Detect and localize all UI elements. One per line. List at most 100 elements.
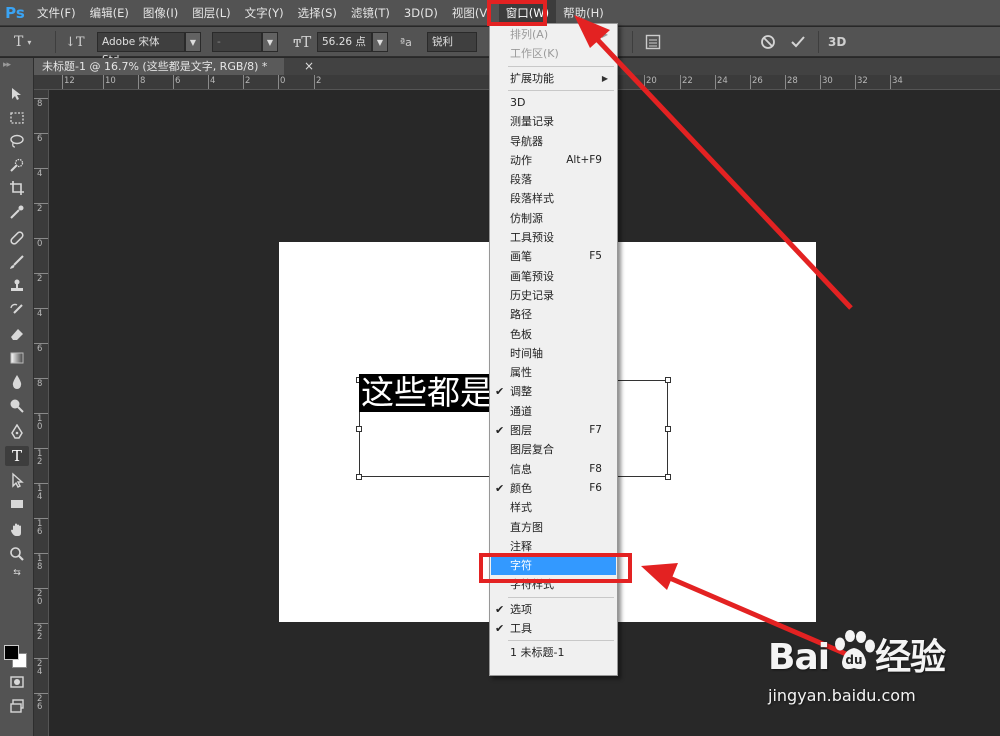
hand-tool-icon[interactable] (5, 520, 29, 540)
3d-icon[interactable]: 3D (828, 32, 846, 52)
menu-item-shortcut: F6 (589, 481, 602, 494)
window-menu-item[interactable]: 色板 (491, 325, 616, 344)
antialias-select[interactable]: 锐利 (427, 32, 477, 52)
window-menu-item[interactable]: 时间轴 (491, 344, 616, 363)
resize-handle[interactable] (665, 377, 671, 383)
window-menu-item[interactable]: 图层复合 (491, 440, 616, 459)
menu-item[interactable]: 图像(I) (136, 0, 185, 26)
window-menu-item[interactable]: ✔ 选项 (491, 600, 616, 619)
font-style-select[interactable]: - ▼ (212, 32, 278, 52)
foreground-color-swatch[interactable] (4, 645, 19, 660)
resize-handle[interactable] (665, 474, 671, 480)
ruler-label: 22 (37, 624, 43, 642)
font-size-select[interactable]: 56.26 点 ▼ (317, 32, 388, 52)
selected-text[interactable]: 这些都是 (359, 374, 499, 412)
healing-brush-tool-icon[interactable] (5, 228, 29, 248)
window-menu-item[interactable]: ✔ 颜色 F6 (491, 479, 616, 498)
window-menu-item[interactable]: 画笔 F5 (491, 247, 616, 266)
window-menu-item[interactable]: 段落 (491, 170, 616, 189)
ruler-tick (314, 75, 315, 89)
screen-mode-icon[interactable] (5, 696, 29, 716)
menu-item[interactable]: 帮助(H) (556, 0, 611, 26)
type-tool-icon[interactable]: T (5, 446, 29, 466)
window-menu-item[interactable]: 工具预设 (491, 228, 616, 247)
blur-tool-icon[interactable] (5, 372, 29, 392)
toggle-text-orientation-icon[interactable]: ↓T (65, 32, 85, 52)
window-menu-item[interactable]: 3D (491, 93, 616, 112)
window-menu-item[interactable]: 仿制源 (491, 209, 616, 228)
window-menu-item[interactable]: 段落样式 (491, 189, 616, 208)
character-panel-icon[interactable] (645, 32, 661, 52)
menu-item[interactable]: 3D(D) (397, 0, 445, 26)
window-menu-item[interactable]: 1 未标题-1 (491, 643, 616, 662)
menu-item-label: 调整 (510, 385, 532, 399)
ruler-tick (820, 75, 821, 89)
ruler-label: 20 (37, 589, 43, 607)
window-menu-item[interactable]: 扩展功能 ▶ (491, 69, 616, 88)
ruler-label: 32 (857, 76, 868, 86)
menu-item-shortcut: F8 (589, 462, 602, 475)
window-menu-item[interactable]: 测量记录 (491, 112, 616, 131)
menu-item-label: 时间轴 (510, 346, 543, 360)
pen-tool-icon[interactable] (5, 422, 29, 442)
window-menu-item[interactable]: 导航器 (491, 132, 616, 151)
quick-mask-icon[interactable] (5, 672, 29, 692)
menu-item[interactable]: 文字(Y) (238, 0, 291, 26)
path-selection-tool-icon[interactable] (5, 470, 29, 490)
eraser-tool-icon[interactable] (5, 324, 29, 344)
window-menu-item[interactable]: 历史记录 (491, 286, 616, 305)
ruler-label: 22 (682, 76, 693, 86)
rectangle-tool-icon[interactable] (5, 494, 29, 514)
window-menu-item[interactable]: 直方图 (491, 518, 616, 537)
lasso-tool-icon[interactable] (5, 131, 29, 151)
resize-handle[interactable] (665, 426, 671, 432)
quick-selection-tool-icon[interactable] (5, 155, 29, 175)
watermark-url: jingyan.baidu.com (768, 686, 916, 705)
dodge-tool-icon[interactable] (5, 396, 29, 416)
clone-stamp-tool-icon[interactable] (5, 276, 29, 296)
menu-item-label: 段落 (510, 173, 532, 187)
window-menu-item[interactable]: 属性 (491, 363, 616, 382)
menu-item-shortcut: F7 (589, 424, 602, 436)
ruler-label: 12 (37, 449, 43, 467)
marquee-tool-icon[interactable] (5, 108, 29, 128)
check-icon: ✔ (495, 424, 505, 437)
zoom-tool-icon[interactable] (5, 544, 29, 564)
window-menu-item[interactable]: 样式 (491, 498, 616, 517)
menu-item[interactable]: 文件(F) (30, 0, 83, 26)
brush-tool-icon[interactable] (5, 252, 29, 272)
move-tool-icon[interactable] (5, 84, 29, 104)
window-menu-item[interactable]: ✔ 调整 (491, 382, 616, 401)
vertical-ruler: 8 6 4 2 0 2 4 6 8 10 12 14 16 18 20 22 24 26 (34, 90, 49, 736)
panel-grip-icon[interactable]: ▸▸ (3, 60, 11, 70)
menu-item-label: 排列(A) (510, 28, 549, 41)
eyedropper-tool-icon[interactable] (5, 202, 29, 222)
crop-tool-icon[interactable] (5, 178, 29, 198)
menu-item[interactable]: 滤镜(T) (344, 0, 397, 26)
font-family-select[interactable]: Adobe 宋体 Std ▼ (97, 32, 201, 66)
menu-item-label: 3D (510, 95, 526, 109)
document-tab[interactable]: 未标题-1 @ 16.7% (这些都是文字, RGB/8) * (34, 58, 284, 75)
cancel-icon[interactable] (760, 32, 776, 52)
menu-item[interactable]: 图层(L) (185, 0, 237, 26)
window-menu-item[interactable]: 信息 F8 (491, 460, 616, 479)
window-menu-item[interactable]: 动作 Alt+F9 (491, 151, 616, 170)
font-style-value: - (212, 32, 262, 52)
ruler-tick (208, 75, 209, 89)
menu-item[interactable]: 选择(S) (291, 0, 344, 26)
window-menu-item[interactable]: ✔ 图层 F7 (491, 421, 616, 440)
window-menu-item[interactable]: 通道 (491, 402, 616, 421)
window-menu-item[interactable]: ✔ 工具 (491, 619, 616, 638)
font-size-value: 56.26 点 (317, 32, 372, 52)
text-tool-preset-icon[interactable]: T ▾ (14, 32, 31, 52)
commit-check-icon[interactable] (790, 32, 806, 52)
window-menu-item[interactable]: 画笔预设 (491, 267, 616, 286)
swap-colors-icon[interactable]: ⇆ (5, 566, 29, 580)
gradient-tool-icon[interactable] (5, 348, 29, 368)
menu-item[interactable]: 编辑(E) (83, 0, 136, 26)
resize-handle[interactable] (356, 426, 362, 432)
history-brush-tool-icon[interactable] (5, 300, 29, 320)
close-tab-icon[interactable]: × (304, 58, 314, 75)
resize-handle[interactable] (356, 474, 362, 480)
window-menu-item[interactable]: 路径 (491, 305, 616, 324)
